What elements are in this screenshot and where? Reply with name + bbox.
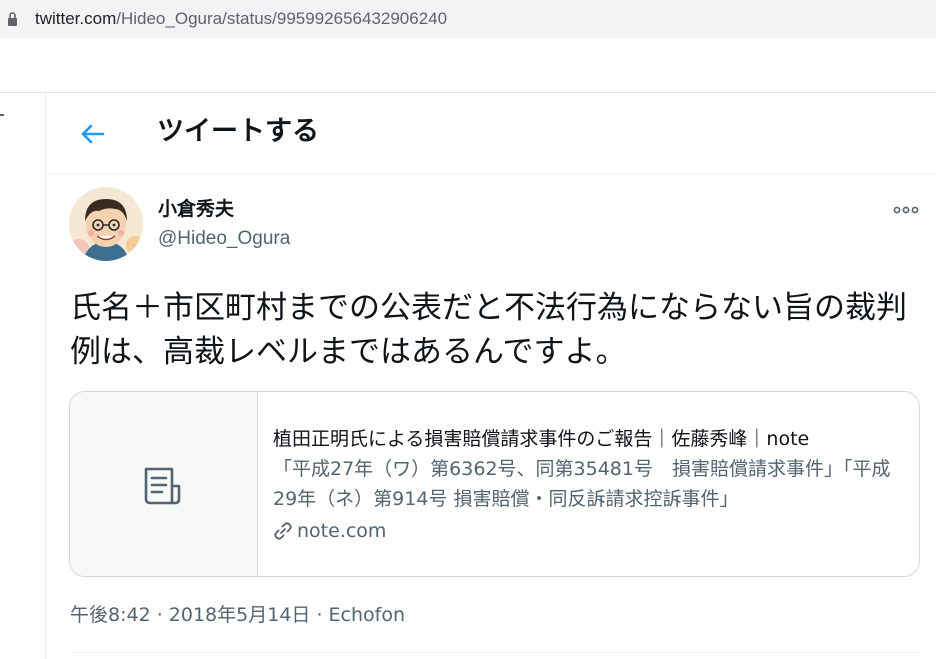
card-title: 植田正明氏による損害賠償請求事件のご報告｜佐藤秀峰｜note [273,428,810,450]
divider [0,92,936,93]
url-host: twitter.com [35,9,117,28]
divider [70,652,920,653]
browser-address-bar[interactable]: twitter.com/Hideo_Ogura/status/995992656… [0,0,936,38]
more-icon[interactable] [893,206,919,214]
document-icon [144,467,181,505]
author-name[interactable]: 小倉秀夫 [158,197,234,221]
browser-toolbar-blank [0,38,936,92]
avatar-illustration [69,187,143,261]
left-column-border [45,93,46,659]
lock-icon [8,12,17,26]
link-card[interactable]: 植田正明氏による損害賠償請求事件のご報告｜佐藤秀峰｜note 「平成27年（ワ）… [69,391,920,577]
link-icon [274,522,292,540]
card-domain: note.com [273,516,903,546]
tweet-timestamp[interactable]: 午後8:42 · 2018年5月14日 · Echofon [70,601,405,629]
card-body: 植田正明氏による損害賠償請求事件のご報告｜佐藤秀峰｜note 「平成27年（ワ）… [273,424,903,546]
left-edge-mark [0,114,4,116]
url-text[interactable]: twitter.com/Hideo_Ogura/status/995992656… [35,8,447,30]
divider [46,173,936,174]
tweet-text: 氏名＋市区町村までの公表だと不法行為にならない旨の裁判例は、高裁レベルまではある… [70,290,907,370]
back-arrow-icon[interactable] [79,120,107,148]
page-title: ツイートする [157,116,319,147]
card-thumbnail [70,392,258,576]
card-domain-text: note.com [297,520,387,542]
url-path: /Hideo_Ogura/status/995992656432906240 [116,9,448,28]
card-description: 「平成27年（ワ）第6362号、同第35481号 損害賠償請求事件」「平成29年… [273,458,891,510]
avatar[interactable] [69,187,143,261]
author-handle[interactable]: @Hideo_Ogura [158,227,290,251]
